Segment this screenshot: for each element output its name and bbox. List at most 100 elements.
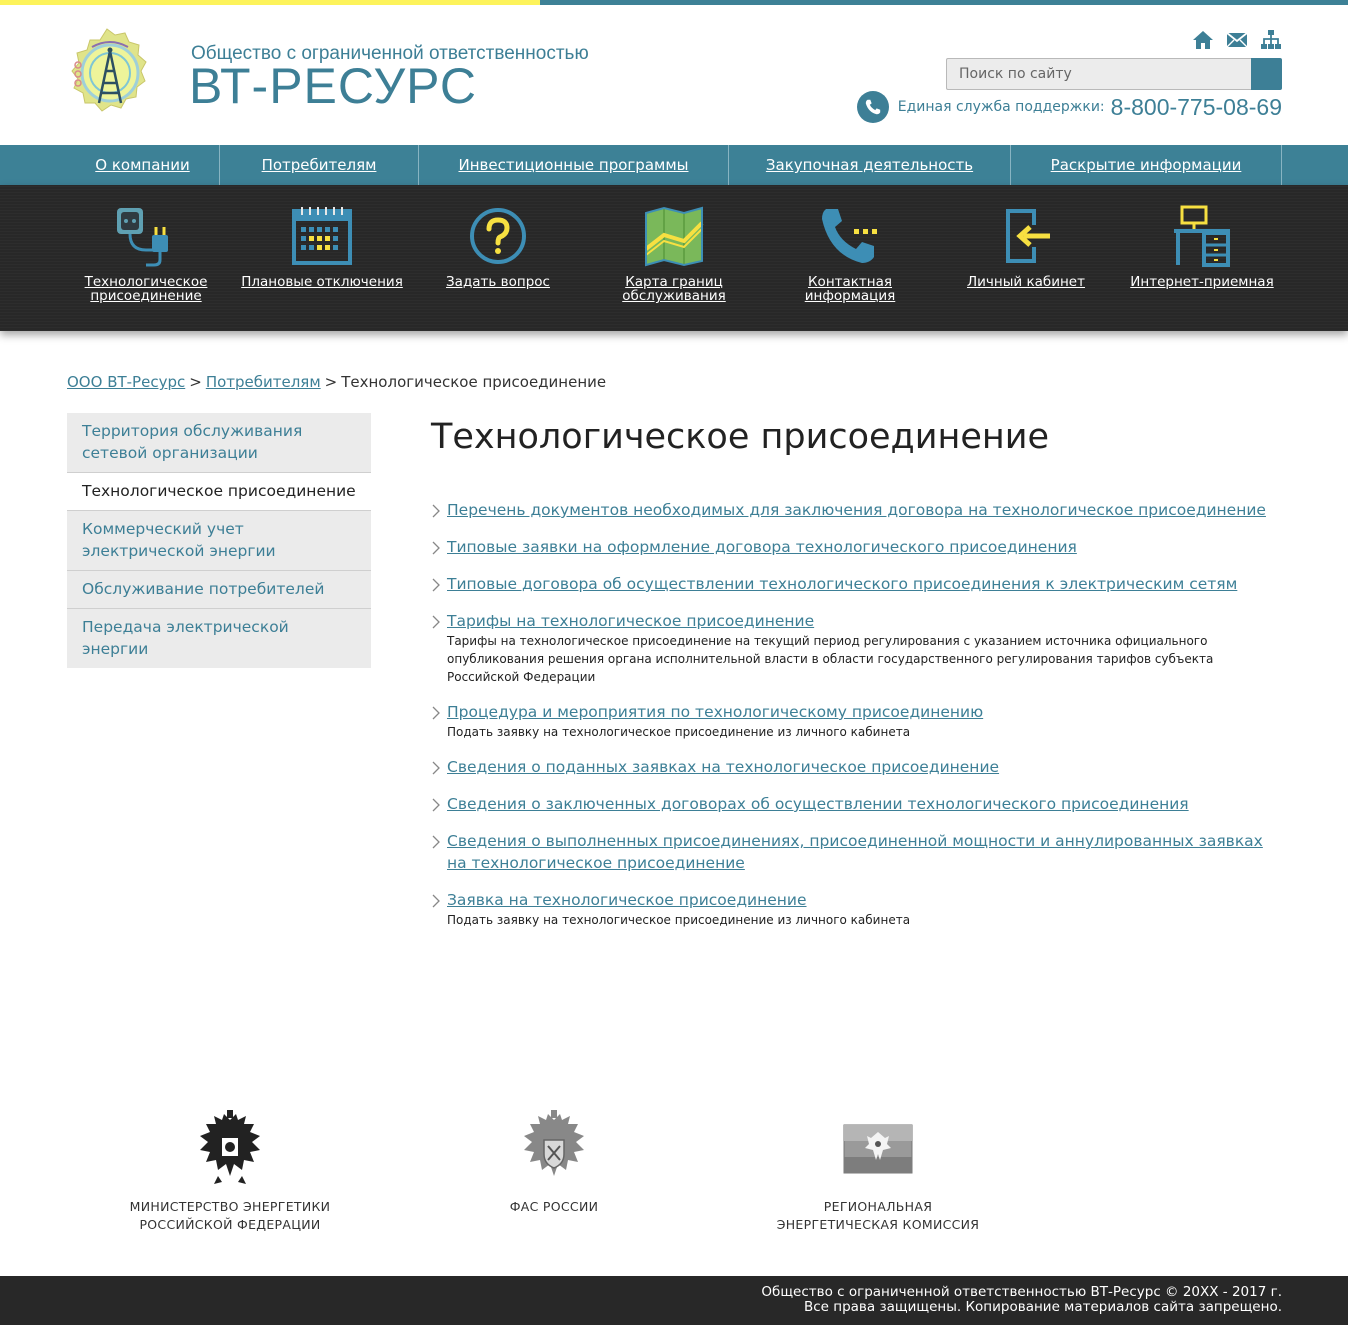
double-headed-eagle-icon <box>200 1110 260 1184</box>
document-link[interactable]: Сведения о заключенных договорах об осущ… <box>447 795 1189 813</box>
list-item: Тарифы на технологическое присоединение … <box>431 610 1281 686</box>
breadcrumb-current: Технологическое присоединение <box>341 373 607 391</box>
login-icon <box>1006 209 1050 263</box>
document-list: Перечень документов необходимых для закл… <box>431 499 1281 929</box>
service-label: Карта границ обслуживания <box>622 274 726 304</box>
document-description: Подать заявку на технологическое присоед… <box>447 725 911 739</box>
service-planned-outages[interactable]: Плановые отключения <box>234 205 410 289</box>
search-button[interactable] <box>1251 58 1282 90</box>
service-label: Интернет-приемная <box>1130 274 1274 290</box>
support-phone[interactable]: 8-800-775-08-69 <box>1111 94 1282 121</box>
calendar-icon <box>292 207 352 265</box>
mail-icon[interactable] <box>1226 29 1248 51</box>
service-contacts[interactable]: Контактная информация <box>762 205 938 303</box>
chevron-right-icon <box>432 761 440 775</box>
copyright-line: Общество с ограниченной ответственностью… <box>761 1284 1282 1300</box>
phone-icon <box>822 209 877 263</box>
service-label: Личный кабинет <box>967 274 1085 290</box>
chevron-right-icon <box>432 541 440 555</box>
service-service-map[interactable]: Карта границ обслуживания <box>586 205 762 303</box>
chevron-right-icon <box>432 835 440 849</box>
service-ask-question[interactable]: Задать вопрос <box>410 205 586 289</box>
support-label: Единая служба поддержки: <box>897 99 1105 115</box>
sidebar-item-energy-transmission[interactable]: Передача электрической энергии <box>67 609 371 668</box>
nav-link[interactable]: О компании <box>95 156 189 174</box>
nav-link[interactable]: Инвестиционные программы <box>459 156 689 174</box>
service-label: Технологическое присоединение <box>84 274 208 304</box>
document-link[interactable]: Перечень документов необходимых для закл… <box>447 501 1266 519</box>
site-header: Общество с ограниченной ответственностью… <box>0 5 1348 145</box>
document-link[interactable]: Заявка на технологическое присоединение <box>447 891 807 909</box>
service-label: Задать вопрос <box>446 274 550 290</box>
list-item: Процедура и мероприятия по технологическ… <box>431 701 1281 741</box>
list-item: Перечень документов необходимых для закл… <box>431 499 1281 521</box>
chevron-right-icon <box>432 615 440 629</box>
sitemap-icon[interactable] <box>1260 29 1282 51</box>
list-item: Заявка на технологическое присоединение … <box>431 889 1281 929</box>
top-icons <box>1192 29 1282 51</box>
nav-item-company: О компании <box>66 145 220 185</box>
list-item: Типовые заявки на оформление договора те… <box>431 536 1281 558</box>
partner-caption: ФАС РОССИИ <box>509 1199 599 1214</box>
partner-caption: ЭНЕРГЕТИЧЕСКАЯ КОМИССИЯ <box>776 1217 980 1232</box>
service-personal-account[interactable]: Личный кабинет <box>938 205 1114 289</box>
list-item: Сведения о поданных заявках на технологи… <box>431 756 1281 778</box>
nav-link[interactable]: Потребителям <box>262 156 377 174</box>
sidebar-item-customer-service[interactable]: Обслуживание потребителей <box>67 571 371 609</box>
sidebar-item-tech-connection[interactable]: Технологическое присоединение <box>67 473 371 511</box>
service-tech-connection[interactable]: Технологическое присоединение <box>58 205 234 303</box>
service-internet-reception[interactable]: Интернет-приемная <box>1114 205 1290 289</box>
copyright: Общество с ограниченной ответственностью… <box>761 1285 1282 1315</box>
breadcrumb-separator: > <box>189 373 202 391</box>
list-item: Сведения о выполненных присоединениях, п… <box>431 830 1281 874</box>
desk-icon <box>1174 205 1230 267</box>
socket-plug-icon <box>117 208 168 267</box>
nav-item-investment: Инвестиционные программы <box>419 145 729 185</box>
breadcrumb-link[interactable]: ООО ВТ-Ресурс <box>67 373 185 391</box>
partner-fas[interactable]: ФАС РОССИИ <box>434 1110 674 1216</box>
phone-icon <box>856 91 889 123</box>
partner-caption: РОССИЙСКОЙ ФЕДЕРАЦИИ <box>139 1217 321 1232</box>
document-link[interactable]: Процедура и мероприятия по технологическ… <box>447 703 983 721</box>
nav-link[interactable]: Раскрытие информации <box>1051 156 1242 174</box>
fas-emblem-icon <box>524 1110 584 1176</box>
company-logo-icon[interactable] <box>66 25 148 125</box>
list-item: Типовые договора об осуществлении технол… <box>431 573 1281 595</box>
partner-regional-commission[interactable]: РЕГИОНАЛЬНАЯ ЭНЕРГЕТИЧЕСКАЯ КОМИССИЯ <box>758 1110 998 1234</box>
home-icon[interactable] <box>1192 29 1214 51</box>
partner-ministry-energy[interactable]: МИНИСТЕРСТВО ЭНЕРГЕТИКИ РОССИЙСКОЙ ФЕДЕР… <box>110 1110 350 1234</box>
nav-item-procurement: Закупочная деятельность <box>729 145 1011 185</box>
chevron-right-icon <box>432 578 440 592</box>
map-icon <box>644 206 704 267</box>
breadcrumb: ООО ВТ-Ресурс > Потребителям > Технологическ… <box>67 373 606 391</box>
regional-flag-icon <box>843 1124 913 1174</box>
partner-caption: РЕГИОНАЛЬНАЯ <box>823 1199 933 1214</box>
service-label: Контактная информация <box>804 274 896 304</box>
main-content: Технологическое присоединение Перечень д… <box>431 417 1281 944</box>
main-nav: О компании Потребителям Инвестиционные п… <box>0 145 1348 185</box>
nav-link[interactable]: Закупочная деятельность <box>766 156 973 174</box>
company-title[interactable]: ВТ-РЕСУРС <box>189 57 477 115</box>
breadcrumb-link[interactable]: Потребителям <box>206 373 321 391</box>
document-link[interactable]: Сведения о выполненных присоединениях, п… <box>447 832 1263 872</box>
chevron-right-icon <box>432 504 440 518</box>
document-link[interactable]: Тарифы на технологическое присоединение <box>447 612 814 630</box>
nav-item-disclosure: Раскрытие информации <box>1011 145 1282 185</box>
document-link[interactable]: Типовые заявки на оформление договора те… <box>447 538 1077 556</box>
service-icon-bar: Технологическое присоединение Плановые о… <box>0 185 1348 331</box>
page-title: Технологическое присоединение <box>431 417 1050 457</box>
support-line: Единая служба поддержки: 8-800-775-08-69 <box>856 91 1282 123</box>
partner-caption: МИНИСТЕРСТВО ЭНЕРГЕТИКИ <box>129 1199 331 1214</box>
sidebar-item-territory[interactable]: Территория обслуживания сетевой организа… <box>67 413 371 473</box>
list-item: Сведения о заключенных договорах об осущ… <box>431 793 1281 815</box>
copyright-line: Все права защищены. Копирование материал… <box>803 1299 1282 1315</box>
document-link[interactable]: Типовые договора об осуществлении технол… <box>447 575 1237 593</box>
search-input[interactable] <box>946 58 1251 90</box>
site-footer: Общество с ограниченной ответственностью… <box>0 1276 1348 1325</box>
chevron-right-icon <box>432 894 440 908</box>
sidebar-item-metering[interactable]: Коммерческий учет электрической энергии <box>67 511 371 571</box>
nav-item-consumers: Потребителям <box>220 145 419 185</box>
question-icon <box>470 208 526 264</box>
document-link[interactable]: Сведения о поданных заявках на технологи… <box>447 758 999 776</box>
sidebar-menu: Территория обслуживания сетевой организа… <box>67 413 371 668</box>
